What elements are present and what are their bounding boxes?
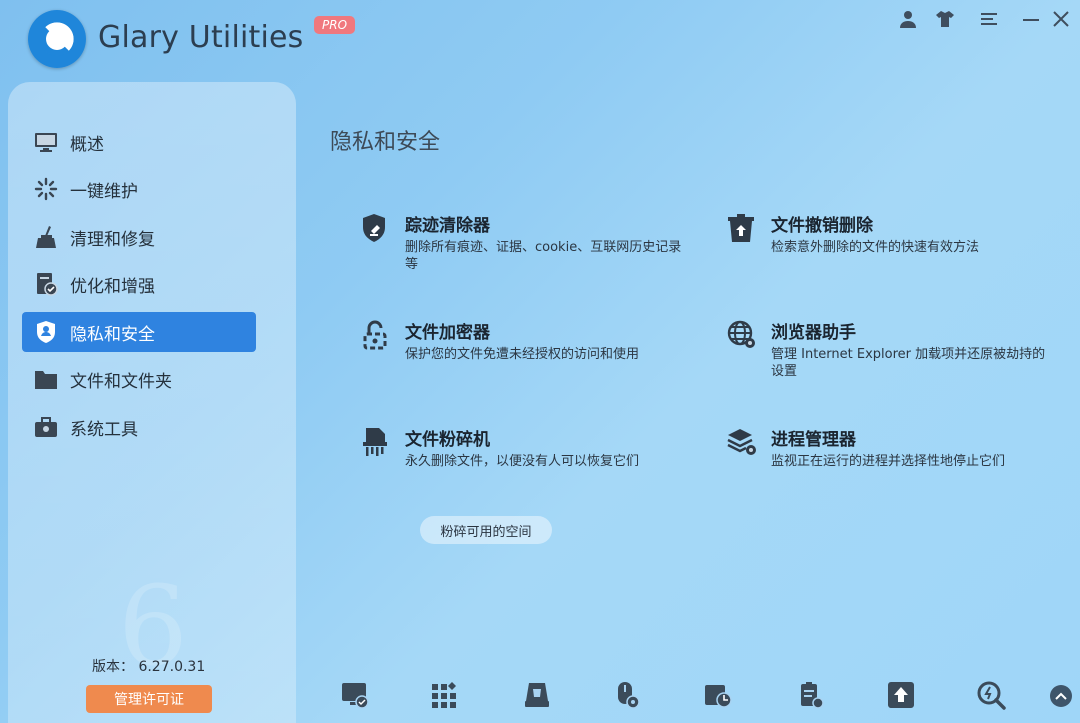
tool-name: 文件加密器	[405, 323, 490, 343]
scroll-up-button[interactable]	[1050, 685, 1072, 707]
sidebar-item-clean-repair[interactable]: 清理和修复	[22, 217, 256, 257]
app-logo	[28, 10, 86, 68]
tool-name: 文件粉碎机	[405, 430, 490, 450]
shred-free-space-button[interactable]: 粉碎可用的空间	[420, 516, 552, 544]
sidebar-item-label: 一键维护	[70, 181, 138, 202]
file-encrypt-icon	[361, 320, 391, 350]
shortcut-icon[interactable]	[522, 680, 552, 710]
sidebar-item-label: 系统工具	[70, 419, 138, 440]
sidebar-item-overview[interactable]: 概述	[22, 122, 256, 162]
tool-name: 进程管理器	[771, 430, 856, 450]
tool-description: 管理 Internet Explorer 加载项并还原被劫持的设置	[771, 347, 1046, 379]
close-icon[interactable]	[1050, 8, 1072, 30]
sidebar-item-label: 优化和增强	[70, 276, 155, 297]
sidebar-item-system-tools[interactable]: 系统工具	[22, 407, 256, 447]
trace-eraser-icon	[361, 213, 391, 243]
sidebar-item-label: 隐私和安全	[70, 324, 155, 345]
tool-description: 永久删除文件，以便没有人可以恢复它们	[405, 454, 640, 469]
tool-name: 浏览器助手	[771, 323, 856, 343]
sidebar-item-label: 文件和文件夹	[70, 371, 172, 392]
broom-icon	[34, 225, 58, 249]
tool-description: 删除所有痕迹、证据、cookie、互联网历史记录等	[405, 240, 682, 272]
minimize-icon[interactable]	[1020, 8, 1042, 30]
sidebar-item-label: 清理和修复	[70, 229, 155, 250]
version-label: 版本： 6.27.0.31	[92, 659, 206, 675]
monitor-icon	[34, 130, 58, 154]
shield-user-icon	[34, 320, 58, 344]
process-manager-icon	[727, 427, 757, 457]
registry-icon[interactable]	[430, 680, 460, 710]
folder-icon	[34, 367, 58, 391]
tool-name: 踪迹清除器	[405, 216, 490, 236]
browser-assistant-icon	[727, 320, 757, 350]
update-icon[interactable]	[886, 680, 916, 710]
sidebar-item-privacy-security[interactable]: 隐私和安全	[22, 312, 256, 352]
tool-description: 保护您的文件免遭未经授权的访问和使用	[405, 347, 640, 362]
optimize-icon	[34, 272, 58, 296]
tool-description: 检索意外删除的文件的快速有效方法	[771, 240, 980, 255]
sidebar-item-optimize[interactable]: 优化和增强	[22, 264, 256, 304]
pro-badge: PRO	[314, 16, 356, 34]
sidebar-item-label: 概述	[70, 134, 104, 155]
page-title: 隐私和安全	[330, 130, 441, 155]
sparkle-icon	[34, 177, 58, 201]
file-shredder-icon	[361, 427, 391, 457]
startup-icon[interactable]	[703, 680, 733, 710]
disk-cleaner-icon[interactable]	[340, 680, 370, 710]
sidebar: 6 概述 一键维护 清理和修复 优化和增强 隐私和安全 文件和文件夹 系统工具	[8, 82, 296, 723]
tool-name: 文件撤销删除	[771, 216, 873, 236]
search-icon[interactable]	[976, 680, 1006, 710]
uninstall-icon[interactable]	[796, 680, 826, 710]
menu-icon[interactable]	[978, 8, 1000, 30]
toolbox-icon	[34, 415, 58, 439]
memory-icon[interactable]	[612, 680, 642, 710]
skin-icon[interactable]	[934, 8, 956, 30]
file-undelete-icon	[727, 213, 757, 243]
tool-description: 监视正在运行的进程并选择性地停止它们	[771, 454, 1006, 469]
sidebar-item-one-click[interactable]: 一键维护	[22, 169, 256, 209]
manage-license-button[interactable]: 管理许可证	[86, 685, 212, 713]
app-title: Glary Utilities	[98, 20, 304, 55]
user-icon[interactable]	[897, 8, 919, 30]
sidebar-item-files-folders[interactable]: 文件和文件夹	[22, 359, 256, 399]
